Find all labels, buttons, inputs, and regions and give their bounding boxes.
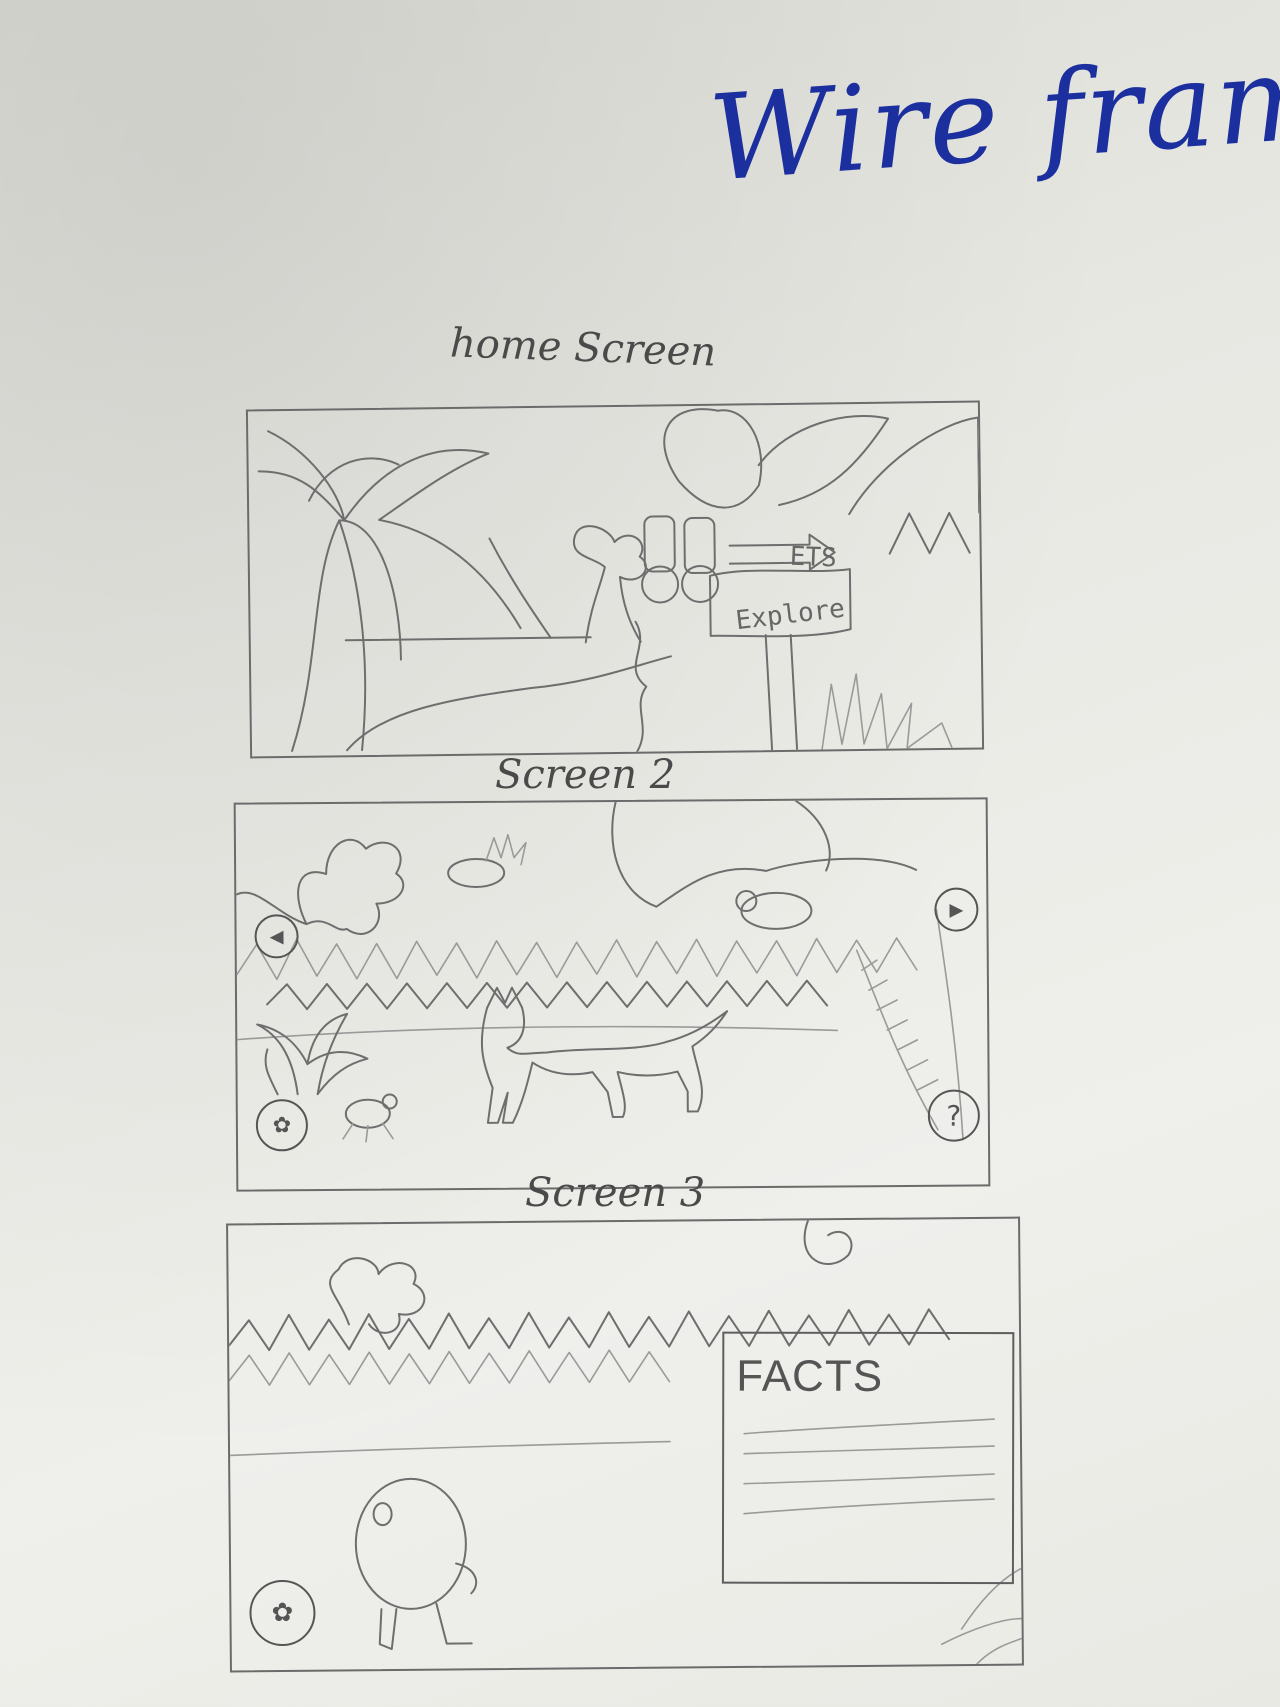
- animal-scene-sketch: [235, 799, 964, 1143]
- home-screen-label: home Screen: [449, 320, 717, 376]
- home-screen-wireframe: ETS Explore: [245, 400, 985, 759]
- next-button[interactable]: ▶: [934, 887, 979, 932]
- screen-2-wireframe: ◀ ▶ ✿ ?: [233, 797, 991, 1192]
- prev-button[interactable]: ◀: [254, 914, 299, 959]
- help-button[interactable]: ?: [927, 1089, 981, 1142]
- paw-icon[interactable]: ✿: [255, 1099, 309, 1152]
- jungle-scene-sketch: [257, 408, 981, 753]
- screen-3-wireframe: FACTS ✿: [226, 1216, 1024, 1673]
- facts-panel: FACTS: [721, 1331, 1015, 1585]
- screen-2-label: Screen 2: [495, 752, 676, 798]
- paw-icon[interactable]: ✿: [249, 1579, 316, 1647]
- sign-lets-text: ETS: [789, 541, 838, 574]
- facts-text-placeholder: [743, 1418, 995, 1515]
- page-title: Wire frame: [705, 29, 1280, 208]
- screen-3-label: Screen 3: [525, 1170, 706, 1216]
